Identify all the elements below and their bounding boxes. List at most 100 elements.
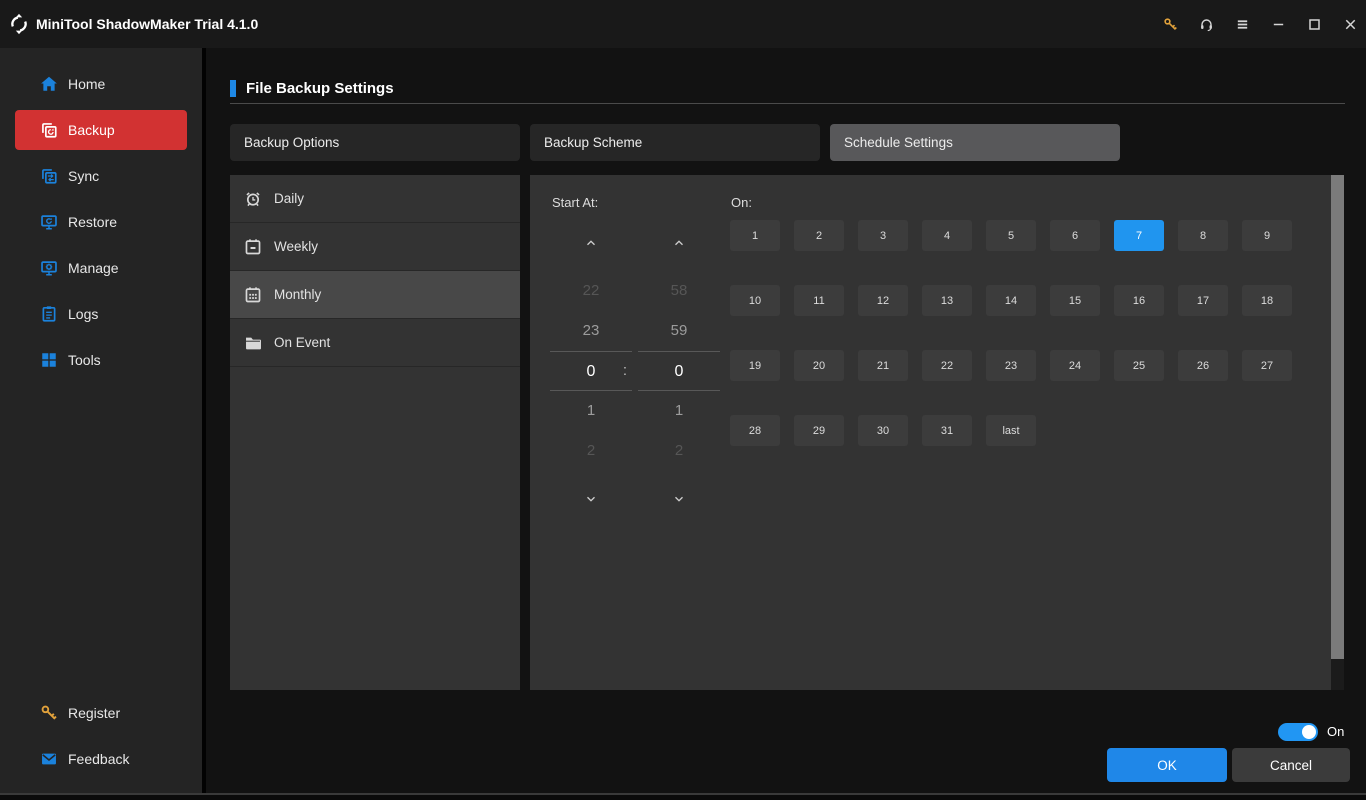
day-button[interactable]: 2 (794, 220, 844, 251)
day-button[interactable]: 4 (922, 220, 972, 251)
sidebar-item-register[interactable]: Register (15, 693, 187, 733)
day-button[interactable]: 22 (922, 350, 972, 381)
day-button[interactable]: 13 (922, 285, 972, 316)
schedule-type-weekly[interactable]: Weekly (230, 223, 520, 271)
day-button[interactable]: 3 (858, 220, 908, 251)
day-button[interactable]: last (986, 415, 1036, 446)
minute-value[interactable]: 58 (638, 271, 720, 311)
cal-week-icon (244, 238, 262, 256)
day-button[interactable]: 24 (1050, 350, 1100, 381)
tab-backup-options[interactable]: Backup Options (230, 124, 520, 161)
titlebar-minimize-button[interactable] (1266, 10, 1290, 38)
key-icon (1163, 17, 1178, 32)
hour-value[interactable]: 22 (550, 271, 632, 311)
day-button[interactable]: 20 (794, 350, 844, 381)
minute-value[interactable]: 0 (638, 351, 720, 391)
menu-icon (1235, 17, 1250, 32)
day-button[interactable]: 19 (730, 350, 780, 381)
hour-value[interactable]: 2 (550, 431, 632, 471)
day-button[interactable]: 29 (794, 415, 844, 446)
hour-value[interactable]: 23 (550, 311, 632, 351)
chevron-down-icon (672, 492, 686, 506)
day-button[interactable]: 28 (730, 415, 780, 446)
ok-button[interactable]: OK (1107, 748, 1227, 782)
day-button[interactable]: 12 (858, 285, 908, 316)
day-button[interactable]: 10 (730, 285, 780, 316)
minute-value[interactable]: 1 (638, 391, 720, 431)
day-button[interactable]: 30 (858, 415, 908, 446)
folder-icon (244, 334, 262, 352)
close-icon (1343, 17, 1358, 32)
page-header: File Backup Settings (230, 80, 1345, 104)
minute-values: 58 59 0 1 2 (638, 271, 720, 471)
minute-value[interactable]: 59 (638, 311, 720, 351)
minute-up-button[interactable] (638, 223, 720, 263)
app-title: MiniTool ShadowMaker Trial 4.1.0 (36, 16, 259, 32)
chevron-down-icon (584, 492, 598, 506)
hour-value[interactable]: 1 (550, 391, 632, 431)
sidebar-item-feedback[interactable]: Feedback (15, 739, 187, 779)
minute-spinner: 58 59 0 1 2 (638, 175, 720, 535)
titlebar-support-button[interactable] (1194, 10, 1218, 38)
schedule-type-on-event[interactable]: On Event (230, 319, 520, 367)
sync-icon (40, 167, 58, 185)
sidebar-item-label: Register (68, 705, 121, 721)
minute-value[interactable]: 2 (638, 431, 720, 471)
day-button[interactable]: 15 (1050, 285, 1100, 316)
sidebar-item-backup[interactable]: Backup (15, 110, 187, 150)
sidebar-item-label: Home (68, 76, 106, 92)
sidebar-item-home[interactable]: Home (15, 64, 187, 104)
sidebar-item-label: Sync (68, 168, 100, 184)
day-button[interactable]: 18 (1242, 285, 1292, 316)
sidebar-item-label: Logs (68, 306, 99, 322)
titlebar-key-button[interactable] (1158, 10, 1182, 38)
day-grid: 1 2 3 4 5 6 7 8 9 10 11 12 13 14 15 16 1… (730, 220, 1292, 446)
titlebar-menu-button[interactable] (1230, 10, 1254, 38)
sidebar-item-logs[interactable]: Logs (15, 294, 187, 334)
day-button[interactable]: 31 (922, 415, 972, 446)
hour-up-button[interactable] (550, 223, 632, 263)
day-button[interactable]: 16 (1114, 285, 1164, 316)
hour-down-button[interactable] (550, 479, 632, 519)
key-icon (40, 704, 58, 722)
day-button[interactable]: 14 (986, 285, 1036, 316)
day-button[interactable]: 17 (1178, 285, 1228, 316)
tab-backup-scheme[interactable]: Backup Scheme (530, 124, 820, 161)
day-button[interactable]: 8 (1178, 220, 1228, 251)
schedule-type-daily[interactable]: Daily (230, 175, 520, 223)
alarm-icon (244, 190, 262, 208)
titlebar-maximize-button[interactable] (1302, 10, 1326, 38)
schedule-type-label: Daily (274, 191, 305, 206)
toggle-state-label: On (1327, 724, 1345, 739)
sidebar-item-manage[interactable]: Manage (15, 248, 187, 288)
day-button[interactable]: 7 (1114, 220, 1164, 251)
day-button[interactable]: 9 (1242, 220, 1292, 251)
day-button[interactable]: 21 (858, 350, 908, 381)
cancel-button[interactable]: Cancel (1232, 748, 1350, 782)
schedule-type-label: On Event (274, 335, 331, 350)
day-button[interactable]: 1 (730, 220, 780, 251)
maximize-icon (1307, 17, 1322, 32)
tab-schedule-settings[interactable]: Schedule Settings (830, 124, 1120, 161)
day-button[interactable]: 26 (1178, 350, 1228, 381)
sidebar-item-restore[interactable]: Restore (15, 202, 187, 242)
chevron-up-icon (672, 236, 686, 250)
day-button[interactable]: 6 (1050, 220, 1100, 251)
day-button[interactable]: 23 (986, 350, 1036, 381)
schedule-toggle[interactable] (1278, 723, 1318, 741)
day-button[interactable]: 11 (794, 285, 844, 316)
titlebar-close-button[interactable] (1338, 10, 1362, 38)
sidebar-item-tools[interactable]: Tools (15, 340, 187, 380)
minimize-icon (1271, 17, 1286, 32)
day-button[interactable]: 25 (1114, 350, 1164, 381)
minute-down-button[interactable] (638, 479, 720, 519)
sidebar-item-sync[interactable]: Sync (15, 156, 187, 196)
page-title: File Backup Settings (246, 80, 394, 97)
heading-accent-bar (230, 80, 236, 97)
home-icon (40, 75, 58, 93)
headset-icon (1199, 17, 1214, 32)
day-button[interactable]: 5 (986, 220, 1036, 251)
schedule-type-monthly[interactable]: Monthly (230, 271, 520, 319)
day-button[interactable]: 27 (1242, 350, 1292, 381)
scrollbar-thumb[interactable] (1331, 175, 1344, 660)
